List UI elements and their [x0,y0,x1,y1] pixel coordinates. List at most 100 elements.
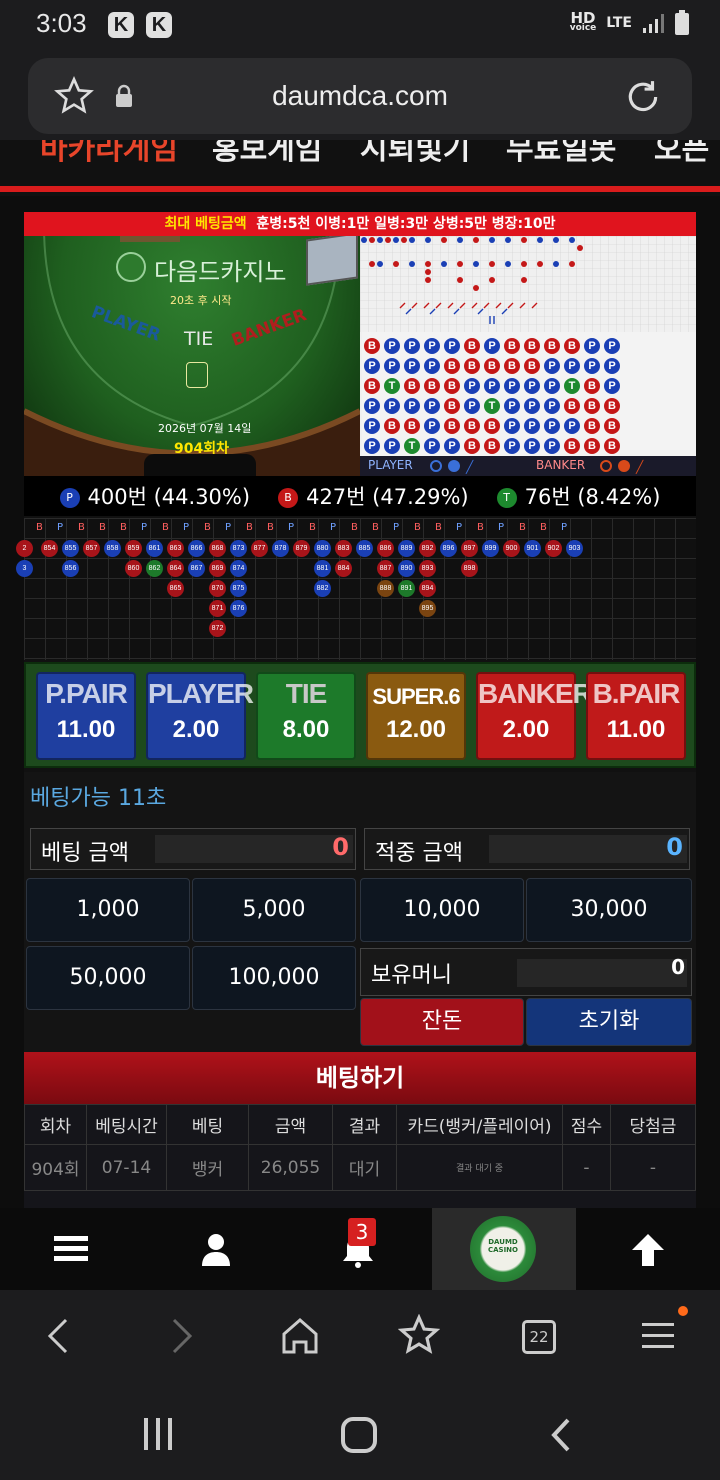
reload-icon[interactable] [624,78,662,116]
sound-icon[interactable] [186,362,208,388]
chip-5000-button[interactable]: 5,000 [192,878,356,942]
forward-icon[interactable] [166,1316,196,1356]
road-round-887: 887 [377,560,394,577]
bet-option-name: BANKER [478,678,593,709]
banker-icon: B [278,488,299,508]
bead-row: PBBPBBBPPPPBB [364,414,696,434]
bead-b: B [524,338,540,354]
chip-30000-button[interactable]: 30,000 [526,878,692,942]
menu-button[interactable] [0,1208,144,1290]
balance-label: 보유머니 [371,963,452,988]
bead-b: B [404,378,420,394]
bet-option-super-6[interactable]: SUPER.6 12.00 [366,672,466,760]
bead-b: B [584,418,600,434]
road-round-866: 866 [188,540,205,557]
bead-b: B [444,358,460,374]
home-icon[interactable] [280,1316,320,1356]
road-round-885: 885 [356,540,373,557]
bet-option-b-pair[interactable]: B.PAIR 11.00 [586,672,686,760]
bead-p: P [444,338,460,354]
road-round-886: 886 [377,540,394,557]
road-header-p: P [183,522,190,533]
road-header-p: P [561,522,568,533]
road-round-860: 860 [125,560,142,577]
notifications-button[interactable]: 3 [288,1208,432,1290]
player-stat: P 400번 (44.30%) [59,481,250,511]
bead-p: P [424,398,440,414]
road-header-b: B [540,522,547,533]
bead-plate-rows: BPPPPBPBBBBPPPPPPBBBBBPPPPBTBBBPPPPPTBPP… [362,332,696,454]
site-bottom-nav: 3 DAUMD CASINO [0,1208,720,1290]
road-round-894: 894 [419,580,436,597]
player-ring-icon [430,460,442,472]
bead-p: P [424,438,440,454]
bead-p: P [604,378,620,394]
banker-slash-icon: ╱ [636,460,644,474]
bet-option-player[interactable]: PLAYER 2.00 [146,672,254,760]
road-round-884: 884 [335,560,352,577]
bead-p: P [544,438,560,454]
game-date: 2026년 07월 14일 [158,422,252,435]
table-header-row: 회차 베팅시간 베팅 금액 결과 카드(뱅커/플레이어) 점수 당첨금 [24,1104,696,1145]
bet-timer: 베팅가능 11초 [30,786,167,811]
bet-option-banker[interactable]: BANKER 2.00 [476,672,593,760]
road-round-898: 898 [461,560,478,577]
bet-option-odds: 11.00 [606,716,666,743]
road-round-901: 901 [524,540,541,557]
road-round-880: 880 [314,540,331,557]
tabs-button[interactable]: 22 [522,1320,556,1354]
table-logo-text: 다음드카지노 [154,258,287,286]
bead-b: B [584,378,600,394]
countdown-text: 20초 후 시작 [170,294,232,307]
bet-amount-field [155,835,353,863]
bet-option-odds: 12.00 [385,716,447,743]
win-amount-row: 적중 금액 0 [364,828,690,870]
bead-row: BTBBBPPPPPTBP [364,374,696,394]
bet-amount-value: 0 [332,833,349,861]
menu-item-3[interactable]: 시퇴빛기 [360,140,470,168]
road-header-b: B [78,522,85,533]
bead-p: P [384,358,400,374]
road-round-890: 890 [398,560,415,577]
chip-10000-button[interactable]: 10,000 [360,878,524,942]
bead-b: B [464,338,480,354]
menu-item-promo-game[interactable]: 홍보게임 [212,140,322,168]
system-back-icon[interactable] [548,1416,574,1454]
change-button[interactable]: 잔돈 [360,998,524,1046]
chip-100000-button[interactable]: 100,000 [192,946,356,1010]
address-bar[interactable]: daumdca.com [28,58,692,134]
back-icon[interactable] [44,1316,74,1356]
recent-apps-icon[interactable] [140,1416,176,1452]
banker-stat: B 427번 (47.29%) [278,481,469,511]
road-round-871: 871 [209,600,226,617]
status-time: 3:03 [36,8,87,38]
place-bet-button[interactable]: 베팅하기 [24,1052,696,1104]
signal-icon [643,14,664,33]
road-round-879: 879 [293,540,310,557]
scroll-top-button[interactable] [576,1208,720,1290]
menu-item-baccarat[interactable]: 바카라게임 [40,140,178,168]
chip-1000-button[interactable]: 1,000 [26,878,190,942]
system-home-icon[interactable] [340,1416,378,1454]
bead-p: P [384,438,400,454]
home-logo-button[interactable]: DAUMD CASINO [432,1208,576,1290]
bead-b: B [604,418,620,434]
chip-50000-button[interactable]: 50,000 [26,946,190,1010]
browser-menu-icon[interactable] [642,1320,676,1352]
bead-b: B [604,398,620,414]
win-amount-value: 0 [666,833,683,861]
road-round-859: 859 [125,540,142,557]
road-round-889: 889 [398,540,415,557]
bet-option-p-pair[interactable]: P.PAIR 11.00 [36,672,136,760]
menu-item-4[interactable]: 무료일봇 [506,140,616,168]
bet-option-tie[interactable]: TIE 8.00 [256,672,356,760]
bookmarks-star-icon[interactable] [398,1314,440,1356]
menu-item-open[interactable]: 오픈 [654,140,709,168]
bet-option-odds: 2.00 [172,716,220,743]
account-button[interactable] [144,1208,288,1290]
reset-button[interactable]: 초기화 [526,998,692,1046]
road-round-900: 900 [503,540,520,557]
bead-t: T [384,378,400,394]
road-header-b: B [519,522,526,533]
road-round-865: 865 [167,580,184,597]
